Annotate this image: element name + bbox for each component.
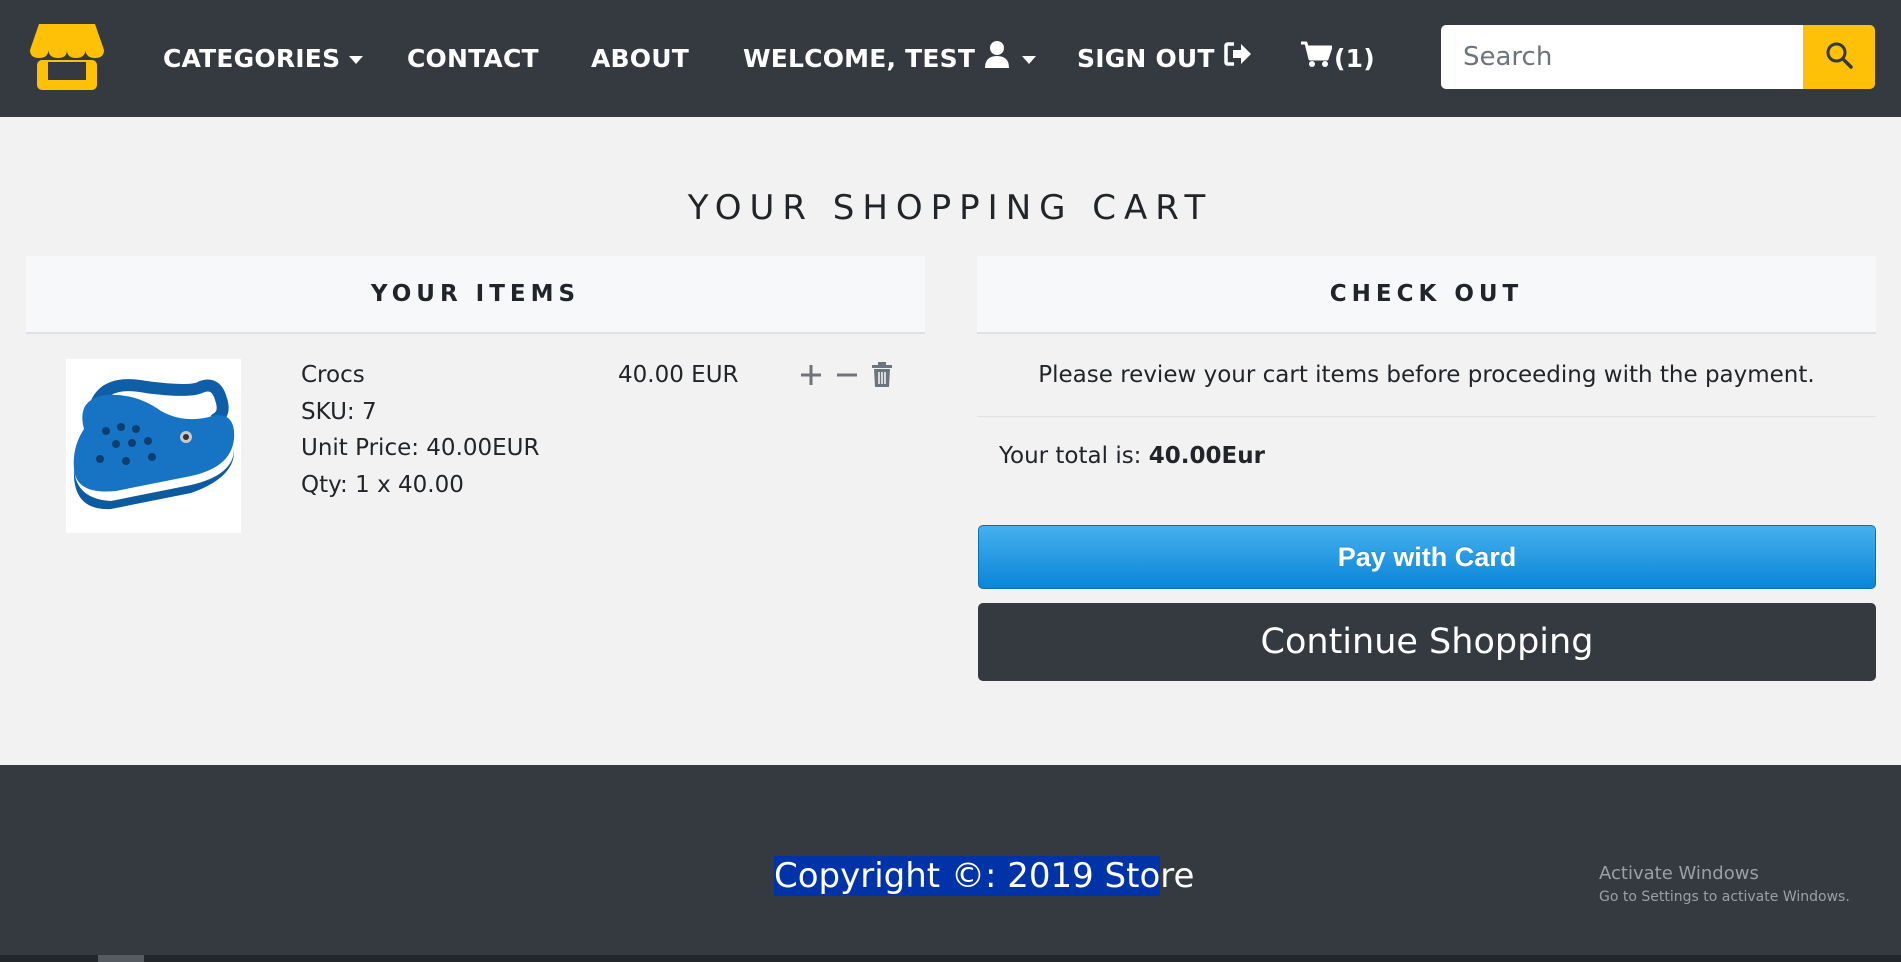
nav-about-label: ABOUT: [591, 44, 690, 73]
user-icon: [984, 40, 1010, 79]
your-items-header: YOUR ITEMS: [26, 256, 925, 334]
pay-with-card-button[interactable]: Pay with Card: [978, 525, 1876, 589]
nav-user-dropdown[interactable]: WELCOME, TEST: [743, 40, 1037, 79]
item-price: 40.00 EUR: [618, 362, 739, 388]
activate-windows-title: Activate Windows: [1599, 863, 1759, 884]
checkout-divider: [977, 416, 1876, 417]
taskbar-tab[interactable]: [98, 955, 144, 962]
total-value: 40.00Eur: [1148, 443, 1265, 469]
increase-qty-button[interactable]: [797, 363, 825, 391]
nav-cart-link[interactable]: (1): [1300, 40, 1375, 78]
search-icon: [1825, 41, 1853, 73]
product-image-crocs[interactable]: [66, 359, 241, 533]
nav-categories-label: CATEGORIES: [163, 44, 341, 73]
taskbar-strip: [0, 955, 1901, 962]
copyright-rest-text: re: [1160, 856, 1195, 896]
nav-categories-dropdown[interactable]: CATEGORIES: [163, 40, 364, 78]
nav-contact-link[interactable]: CONTACT: [407, 40, 539, 78]
item-unit-price: Unit Price: 40.00EUR: [301, 435, 540, 461]
chevron-down-icon: [349, 56, 364, 64]
checkout-note: Please review your cart items before pro…: [1038, 362, 1815, 388]
search-input[interactable]: [1441, 25, 1803, 89]
nav-signout-label: SIGN OUT: [1077, 44, 1215, 73]
item-name: Crocs: [301, 362, 365, 388]
item-sku: SKU: 7: [301, 399, 377, 425]
cart-icon: [1300, 40, 1333, 79]
total-label: Your total is:: [999, 443, 1149, 469]
order-total: Your total is: 40.00Eur: [999, 443, 1265, 469]
decrease-qty-button[interactable]: [833, 363, 861, 391]
copyright-selected-text: Copyright ©: 2019 Sto: [774, 856, 1161, 896]
copyright-text: Copyright ©: 2019 Store: [774, 850, 1194, 902]
continue-shopping-button[interactable]: Continue Shopping: [978, 603, 1876, 681]
cart-count: (1): [1334, 44, 1375, 73]
nav-welcome-label: WELCOME, TEST: [743, 44, 976, 73]
chevron-down-icon: [1022, 56, 1037, 64]
trash-icon: [871, 362, 893, 392]
minus-icon: [835, 363, 859, 391]
nav-about-link[interactable]: ABOUT: [591, 40, 689, 78]
remove-item-button[interactable]: [868, 362, 896, 392]
storefront-logo-icon[interactable]: [29, 20, 105, 92]
item-qty: Qty: 1 x 40.00: [301, 472, 464, 498]
nav-contact-label: CONTACT: [407, 44, 539, 73]
sign-out-icon: [1223, 40, 1252, 78]
search-button[interactable]: [1803, 25, 1875, 89]
navbar: CATEGORIES CONTACT ABOUT WELCOME, TEST S…: [0, 0, 1901, 117]
page-title: YOUR SHOPPING CART: [687, 188, 1214, 228]
activate-windows-subtitle: Go to Settings to activate Windows.: [1599, 889, 1850, 905]
checkout-header: CHECK OUT: [977, 256, 1876, 334]
nav-signout-link[interactable]: SIGN OUT: [1077, 40, 1252, 78]
plus-icon: [799, 363, 823, 391]
